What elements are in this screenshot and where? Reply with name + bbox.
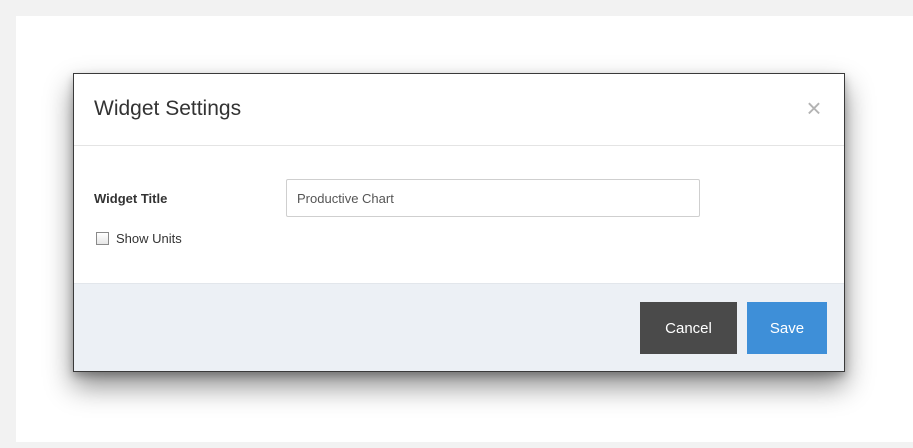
show-units-checkbox[interactable] [96,231,109,245]
save-button[interactable]: Save [747,302,827,354]
close-icon[interactable]: × [804,95,824,121]
widget-settings-dialog: Widget Settings × Widget Title Show Unit… [73,73,845,372]
dialog-body: Widget Title Show Units [74,146,844,284]
dialog-title: Widget Settings [94,97,242,120]
show-units-row[interactable]: Show Units [96,230,182,246]
widget-title-input[interactable] [286,179,700,217]
widget-title-label: Widget Title [94,191,168,206]
dialog-header: Widget Settings × [74,74,844,146]
show-units-label: Show Units [116,230,182,246]
dialog-footer: Cancel Save [74,283,844,371]
page-panel: Widget Settings × Widget Title Show Unit… [16,16,913,442]
cancel-button[interactable]: Cancel [640,302,737,354]
